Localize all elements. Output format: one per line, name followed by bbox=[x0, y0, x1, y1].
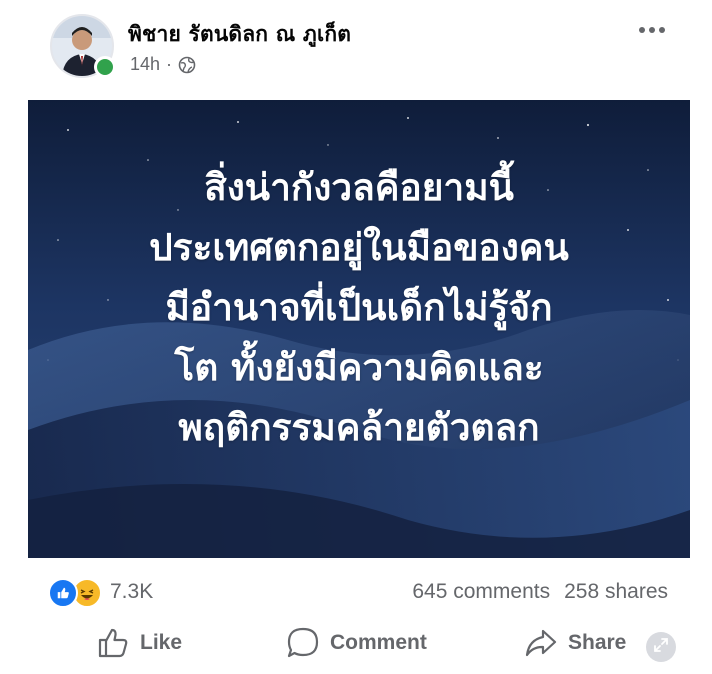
quote-line: ประเทศตกอยู่ในมือของคน bbox=[149, 226, 569, 269]
post-timestamp[interactable]: 14h bbox=[130, 54, 160, 75]
expand-button[interactable] bbox=[646, 632, 676, 662]
comment-button[interactable]: Comment bbox=[286, 626, 427, 660]
like-icon bbox=[48, 578, 78, 608]
reaction-icons[interactable] bbox=[48, 578, 102, 608]
expand-arrows-icon bbox=[653, 637, 669, 658]
like-label: Like bbox=[140, 631, 183, 654]
meta-separator: · bbox=[166, 54, 173, 74]
post-header: พิชาย รัตนดิลก ณ ภูเก็ต 14h · bbox=[28, 0, 692, 100]
action-bar: Like Comment Share bbox=[28, 618, 692, 668]
post-image[interactable]: สิ่งน่ากังวลคือยามนี้ ประเทศตกอยู่ในมือข… bbox=[28, 100, 690, 558]
online-status-dot bbox=[94, 56, 116, 78]
like-button[interactable]: Like bbox=[96, 626, 182, 660]
quote-line: มีอำนาจที่เป็นเด็กไม่รู้จัก bbox=[165, 286, 553, 329]
comment-bubble-icon bbox=[286, 626, 320, 660]
share-label: Share bbox=[568, 631, 627, 654]
thumbs-up-icon bbox=[96, 626, 130, 660]
quote-line: สิ่งน่ากังวลคือยามนี้ bbox=[204, 166, 514, 209]
engagement-counts: 645 comments 258 shares bbox=[412, 580, 668, 604]
comments-count[interactable]: 645 comments bbox=[412, 580, 550, 604]
author-avatar-wrap[interactable] bbox=[50, 14, 116, 78]
quote-line: พฤติกรรมคล้ายตัวตลก bbox=[178, 406, 540, 449]
post-card: พิชาย รัตนดิลก ณ ภูเก็ต 14h · สิ่งน่ากัง… bbox=[28, 0, 692, 674]
post-meta: 14h · bbox=[130, 54, 196, 75]
more-dot-icon bbox=[639, 27, 645, 33]
globe-icon[interactable] bbox=[178, 56, 196, 74]
reactions-row: 7.3K 645 comments 258 shares bbox=[28, 572, 692, 612]
author-name[interactable]: พิชาย รัตนดิลก ณ ภูเก็ต bbox=[128, 18, 351, 51]
more-options-button[interactable] bbox=[634, 18, 670, 42]
quote-line: โต ทั้งยังมีความคิดและ bbox=[174, 346, 544, 389]
more-dot-icon bbox=[649, 27, 655, 33]
share-arrow-icon bbox=[524, 626, 558, 660]
post-quote: สิ่งน่ากังวลคือยามนี้ ประเทศตกอยู่ในมือข… bbox=[28, 158, 690, 458]
more-dot-icon bbox=[659, 27, 665, 33]
shares-count[interactable]: 258 shares bbox=[564, 580, 668, 604]
share-button[interactable]: Share bbox=[524, 626, 626, 660]
reaction-count[interactable]: 7.3K bbox=[110, 580, 153, 604]
comment-label: Comment bbox=[330, 631, 427, 654]
